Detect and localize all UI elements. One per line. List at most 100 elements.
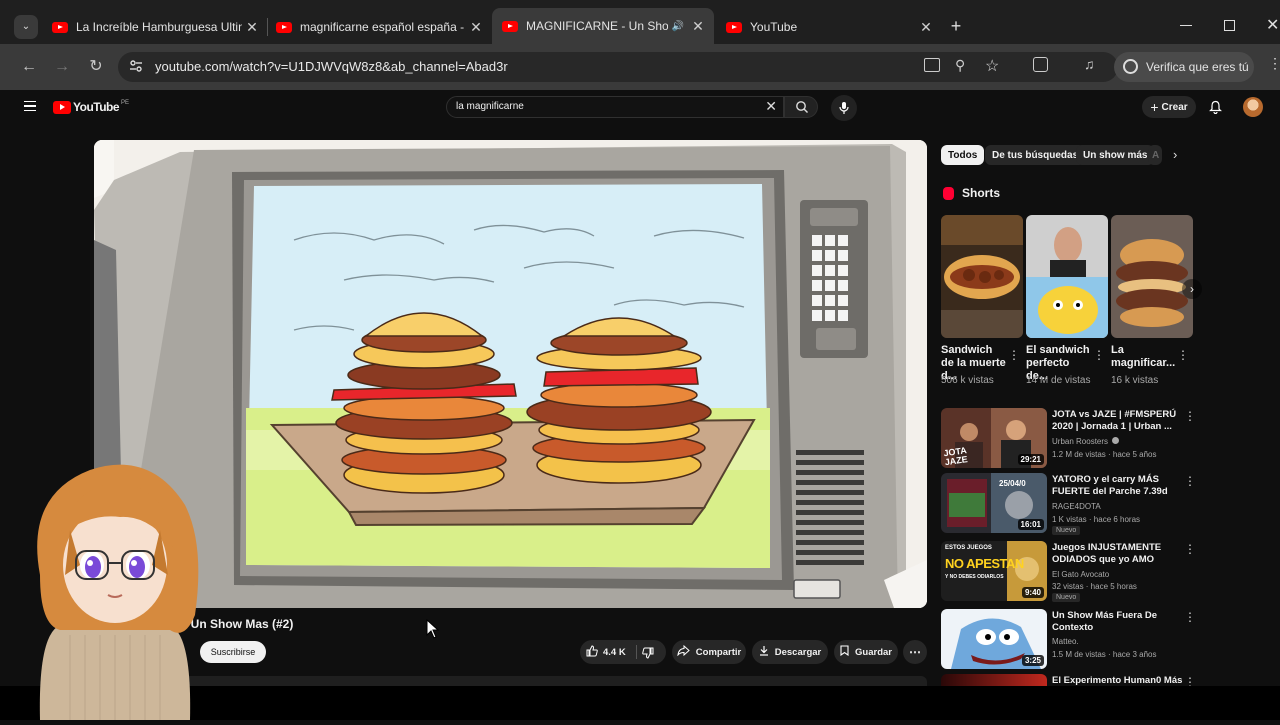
short-title-3[interactable]: La magnificar... [1111,344,1177,370]
search-button[interactable] [784,96,818,118]
thumbnail-bottom-text: Y NO DEBES ODIARLOS [945,574,1004,580]
recommended-menu-icon[interactable]: ⋮ [1184,610,1196,624]
recommended-channel-2[interactable]: RAGE4DOTA [1052,501,1192,512]
dislike-button[interactable] [642,646,654,664]
back-arrow-icon[interactable]: ← [18,56,40,78]
recommended-channel-3[interactable]: El Gato Avocato [1052,569,1192,580]
restore-window-icon[interactable] [1224,20,1235,31]
share-arrow-icon [677,644,690,659]
notifications-bell-icon[interactable] [1209,100,1222,119]
chip-de-tus-busquedas[interactable]: De tus búsquedas [985,145,1086,165]
recommended-thumbnail-1[interactable]: JOTA JAZE 29:21 [941,408,1047,468]
recommended-channel-4[interactable]: Matteo. [1052,636,1192,647]
verified-icon [1112,437,1120,444]
youtube-favicon-icon [502,20,518,32]
thumbnail-overlay-text: 25/04/0 [999,479,1026,488]
recommended-thumbnail-3[interactable]: ESTOS JUEGOS NO APESTAN Y NO DEBES ODIAR… [941,541,1047,601]
close-tab-icon[interactable]: ✕ [688,18,708,35]
recommended-thumbnail-5[interactable] [941,674,1047,686]
chip-todos[interactable]: Todos [941,145,985,165]
create-button[interactable]: + Crear [1142,96,1196,118]
close-tab-icon[interactable]: ✕ [242,19,262,36]
more-actions-button[interactable]: ⋯ [903,640,927,664]
short-thumbnail-1[interactable] [941,215,1023,338]
search-input[interactable]: la magnificarne ✕ [446,96,784,118]
big-burger-image [1111,215,1193,338]
account-avatar[interactable] [1243,97,1263,117]
recommended-title-1[interactable]: JOTA vs JAZE | #FMSPERÚ 2020 | Jornada 1… [1052,409,1184,433]
shorts-heading: Shorts [962,186,1001,200]
minimize-window-icon[interactable] [1180,25,1192,26]
tab-separator [267,18,268,36]
save-button[interactable]: Guardar [834,640,898,664]
like-button[interactable]: 4.4 K [586,645,626,660]
reload-icon[interactable]: ↻ [85,56,107,78]
shorts-logo-icon [943,187,954,200]
chip-un-show-mas[interactable]: Un show más [1076,145,1155,165]
bookmark-star-icon[interactable]: ☆ [985,56,999,76]
region-code: PE [121,100,130,106]
subscribe-label: Suscribirse [210,647,256,657]
download-button[interactable]: Descargar [752,640,828,664]
video-duration: 16:01 [1017,519,1044,530]
save-label: Guardar [855,646,892,658]
forward-arrow-icon[interactable]: → [51,56,73,78]
recommended-title-2[interactable]: YATORO y el carry MÁS FUERTE del Parche … [1052,474,1184,498]
clear-search-icon[interactable]: ✕ [765,98,777,115]
chevron-right-icon[interactable]: › [1173,147,1177,162]
media-controls-icon[interactable]: ♫ [1084,56,1095,72]
download-label: Descargar [774,646,822,658]
youtube-logo[interactable]: YouTube PE [53,100,129,114]
tab-title: La Increíble Hamburguesa Ultim [76,20,242,34]
plus-icon: + [1150,99,1159,115]
search-query-text: la magnificarne [456,101,524,112]
short-menu-icon[interactable]: ⋮ [1008,348,1020,362]
browser-tab-2[interactable]: magnificarne español españa - ✕ [276,10,486,44]
browser-tab-4[interactable]: YouTube ✕ [726,10,936,44]
recommended-menu-icon[interactable]: ⋮ [1184,542,1196,556]
hamburger-menu-icon[interactable] [24,101,36,111]
recommended-channel-1[interactable]: Urban Roosters [1052,436,1192,447]
close-window-icon[interactable]: ✕ [1266,15,1279,35]
browser-menu-icon[interactable]: ⋮ [1268,55,1280,72]
short-thumbnail-3[interactable] [1111,215,1193,338]
share-label: Compartir [695,646,742,658]
short-thumbnail-2[interactable] [1026,215,1108,338]
thumbnail-image [941,674,1047,686]
tab-search-button[interactable]: ⌄ [14,15,38,39]
recommended-title-3[interactable]: Juegos INJUSTAMENTE ODIADOS que yo AMO [1052,542,1184,566]
chip-partial[interactable]: A [1148,145,1162,165]
thumbnail-overlay-text: NO APESTAN [945,556,1024,571]
youtube-favicon-icon [276,21,292,33]
recommended-thumbnail-4[interactable]: 3:25 [941,609,1047,669]
close-tab-icon[interactable]: ✕ [916,19,936,36]
share-button[interactable]: Compartir [672,640,746,664]
install-app-icon[interactable] [924,58,940,72]
browser-tab-1[interactable]: La Increíble Hamburguesa Ultim ✕ [52,10,262,44]
download-icon [759,645,769,659]
short-menu-icon[interactable]: ⋮ [1177,348,1189,362]
site-info-icon[interactable] [128,58,144,74]
recommended-menu-icon[interactable]: ⋮ [1184,474,1196,488]
browser-tab-3-active[interactable]: MAGNIFICARNE - Un Show 🔊 ✕ [492,8,714,44]
voice-search-button[interactable] [831,95,857,121]
recommended-menu-icon[interactable]: ⋮ [1184,409,1196,423]
recommended-meta-1: 1.2 M de vistas · hace 5 años [1052,450,1157,459]
tab-title: YouTube [750,20,798,34]
close-tab-icon[interactable]: ✕ [466,19,486,36]
video-frame-cartoon-tv-burgers [94,140,927,608]
extensions-icon[interactable] [1033,57,1048,72]
youtube-favicon-icon [726,21,742,33]
recommended-thumbnail-2[interactable]: 25/04/0 16:01 [941,473,1047,533]
short-menu-icon[interactable]: ⋮ [1093,348,1105,362]
video-player[interactable] [94,140,927,608]
verify-label: Verifica que eres tú [1146,60,1249,74]
url-text: youtube.com/watch?v=U1DJWVqW8z8&ab_chann… [155,59,508,74]
zoom-icon[interactable]: ⚲ [955,57,965,74]
video-duration: 3:25 [1021,655,1044,666]
recommended-title-4[interactable]: Un Show Más Fuera De Contexto [1052,610,1184,634]
shorts-next-button[interactable]: › [1182,279,1202,299]
new-tab-button[interactable]: + [946,16,966,36]
chevron-down-icon: ⌄ [21,21,31,32]
audio-playing-icon[interactable]: 🔊 [668,21,688,32]
